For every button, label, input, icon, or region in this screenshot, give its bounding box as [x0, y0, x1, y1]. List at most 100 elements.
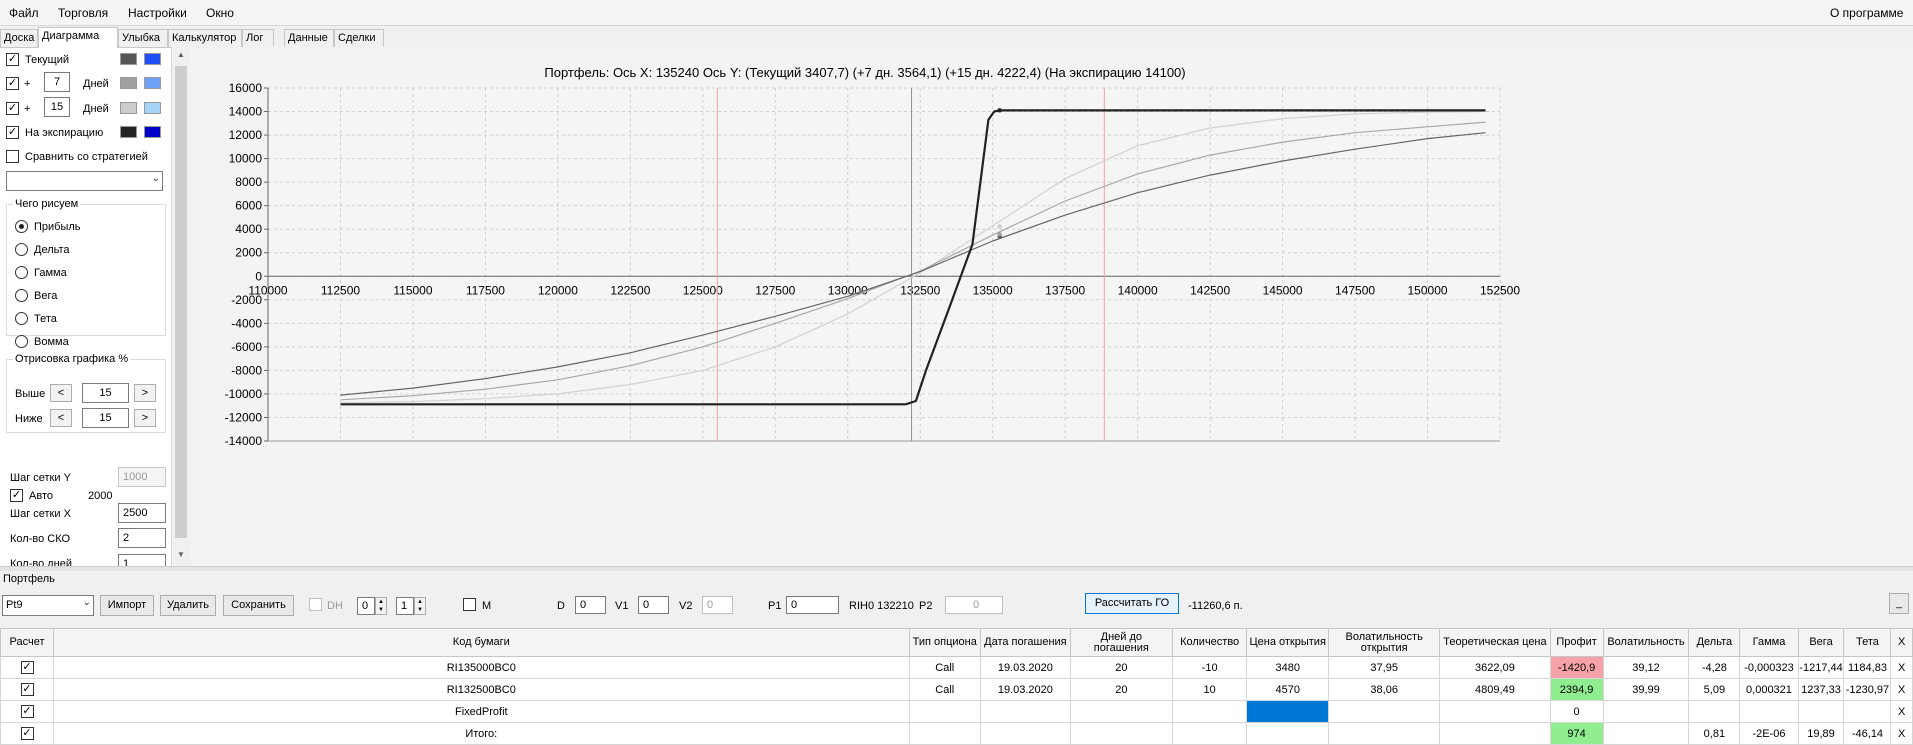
auto-checkbox[interactable]: ✓: [10, 489, 23, 502]
delete-button[interactable]: Удалить: [160, 595, 216, 616]
radio-profit[interactable]: [15, 220, 28, 233]
days7-input[interactable]: 7: [44, 72, 70, 92]
d-input[interactable]: 0: [575, 596, 606, 614]
grid-y-input[interactable]: 1000: [118, 467, 166, 487]
scrollbar-thumb[interactable]: [175, 66, 187, 538]
menu-settings[interactable]: Настройки: [128, 6, 187, 20]
d7-dark-swatch[interactable]: [120, 77, 137, 89]
col-header-date[interactable]: Дата погашения: [979, 628, 1071, 657]
cell-price[interactable]: 4570: [1246, 678, 1330, 701]
col-header-x[interactable]: X: [1890, 628, 1913, 657]
current-checkbox[interactable]: ✓: [6, 53, 19, 66]
radio-vega[interactable]: [15, 289, 28, 302]
tab-smile[interactable]: Улыбка: [118, 29, 168, 47]
tab-data[interactable]: Данные: [284, 29, 334, 47]
scroll-down-icon[interactable]: ▼: [175, 550, 187, 564]
m-checkbox[interactable]: [463, 598, 476, 611]
below-decrease-button[interactable]: <: [50, 409, 72, 427]
col-header-calc[interactable]: Расчет: [0, 628, 55, 657]
menu-window[interactable]: Окно: [206, 6, 234, 20]
col-header-days[interactable]: Дней до погашения: [1069, 628, 1173, 657]
table-row[interactable]: ✓ RI135000BC0 Call 19.03.2020 20 -10 348…: [0, 656, 1913, 679]
tab-calculator[interactable]: Калькулятор: [168, 29, 242, 47]
exp-dark-swatch[interactable]: [120, 126, 137, 138]
cell-price[interactable]: 3480: [1246, 656, 1330, 679]
current-blue-swatch[interactable]: [144, 53, 161, 65]
p2-input[interactable]: 0: [945, 596, 1003, 614]
radio-delta[interactable]: [15, 243, 28, 256]
calc-go-button[interactable]: Рассчитать ГО: [1085, 593, 1179, 614]
below-increase-button[interactable]: >: [134, 409, 156, 427]
dh-spin1-arrows-icon[interactable]: ▲ ▼: [375, 597, 387, 615]
above-decrease-button[interactable]: <: [50, 384, 72, 402]
col-header-delta[interactable]: Дельта: [1688, 628, 1741, 657]
sko-input[interactable]: 2: [118, 528, 166, 548]
portfolio-select[interactable]: Pt9 ⌄: [2, 595, 94, 616]
above-input[interactable]: 15: [82, 383, 129, 403]
col-header-code[interactable]: Код бумаги: [53, 628, 910, 657]
p1-input[interactable]: 0: [786, 596, 839, 614]
cell-qty[interactable]: -10: [1171, 656, 1248, 679]
radio-vomma[interactable]: [15, 335, 28, 348]
plus15-checkbox[interactable]: ✓: [6, 102, 19, 115]
cell-price-selected[interactable]: [1246, 700, 1330, 723]
row-remove-button[interactable]: X: [1890, 656, 1913, 679]
above-increase-button[interactable]: >: [134, 384, 156, 402]
col-header-qty[interactable]: Количество: [1171, 628, 1248, 657]
payoff-chart[interactable]: 1600014000120001000080006000400020000-20…: [190, 48, 1913, 566]
col-header-theta[interactable]: Тета: [1843, 628, 1892, 657]
row-calc-checkbox[interactable]: ✓: [0, 722, 55, 745]
current-dark-swatch[interactable]: [120, 53, 137, 65]
tab-diagram[interactable]: Диаграмма: [38, 27, 118, 48]
minimize-button[interactable]: _: [1889, 593, 1909, 614]
row-calc-checkbox[interactable]: ✓: [0, 656, 55, 679]
col-header-gamma[interactable]: Гамма: [1739, 628, 1799, 657]
panel-splitter[interactable]: [0, 566, 1913, 571]
row-calc-checkbox[interactable]: ✓: [0, 700, 55, 723]
dh-spin2-input[interactable]: 1: [396, 597, 414, 615]
table-row-total[interactable]: ✓ Итого: 974 0,81 -2E-06 19,89 -46,14 X: [0, 722, 1913, 745]
col-header-vega[interactable]: Вега: [1797, 628, 1845, 657]
col-header-type[interactable]: Тип опциона: [908, 628, 981, 657]
tab-log[interactable]: Лог: [242, 29, 274, 47]
settings-scrollbar[interactable]: ▲ ▼: [174, 48, 188, 566]
strategy-select[interactable]: ⌄: [6, 171, 163, 191]
row-remove-button[interactable]: X: [1890, 678, 1913, 701]
table-row[interactable]: ✓ FixedProfit 0 X: [0, 700, 1913, 723]
cell-qty[interactable]: [1171, 700, 1248, 723]
plus7-checkbox[interactable]: ✓: [6, 77, 19, 90]
col-header-price[interactable]: Цена открытия: [1246, 628, 1330, 657]
table-row[interactable]: ✓ RI132500BC0 Call 19.03.2020 20 10 4570…: [0, 678, 1913, 701]
row-calc-checkbox[interactable]: ✓: [0, 678, 55, 701]
scroll-up-icon[interactable]: ▲: [175, 50, 187, 64]
menu-about[interactable]: О программе: [1830, 6, 1903, 20]
v1-input[interactable]: 0: [638, 596, 669, 614]
col-header-vol[interactable]: Волатильность: [1602, 628, 1690, 657]
v2-input[interactable]: 0: [702, 596, 733, 614]
d15-dark-swatch[interactable]: [120, 102, 137, 114]
dh-checkbox[interactable]: [309, 598, 322, 611]
grid-x-input[interactable]: 2500: [118, 503, 166, 523]
col-header-vol-open[interactable]: Волатильность открытия: [1328, 628, 1441, 657]
d7-blue-swatch[interactable]: [144, 77, 161, 89]
tab-board[interactable]: Доска: [0, 29, 38, 47]
menu-file[interactable]: Файл: [9, 6, 39, 20]
radio-gamma[interactable]: [15, 266, 28, 279]
row-remove-button[interactable]: X: [1890, 700, 1913, 723]
row-remove-button[interactable]: X: [1890, 722, 1913, 745]
col-header-profit[interactable]: Профит: [1549, 628, 1604, 657]
menu-trading[interactable]: Торговля: [58, 6, 108, 20]
radio-theta[interactable]: [15, 312, 28, 325]
col-header-theo[interactable]: Теоретическая цена: [1439, 628, 1551, 657]
tab-deals[interactable]: Сделки: [334, 29, 384, 47]
compare-checkbox[interactable]: [6, 150, 19, 163]
d15-blue-swatch[interactable]: [144, 102, 161, 114]
cell-qty[interactable]: 10: [1171, 678, 1248, 701]
exp-blue-swatch[interactable]: [144, 126, 161, 138]
dh-spin2-arrows-icon[interactable]: ▲ ▼: [414, 597, 426, 615]
save-button[interactable]: Сохранить: [223, 595, 294, 616]
days15-input[interactable]: 15: [44, 97, 70, 117]
import-button[interactable]: Импорт: [100, 595, 154, 616]
dh-spin1-input[interactable]: 0: [357, 597, 375, 615]
below-input[interactable]: 15: [82, 408, 129, 428]
